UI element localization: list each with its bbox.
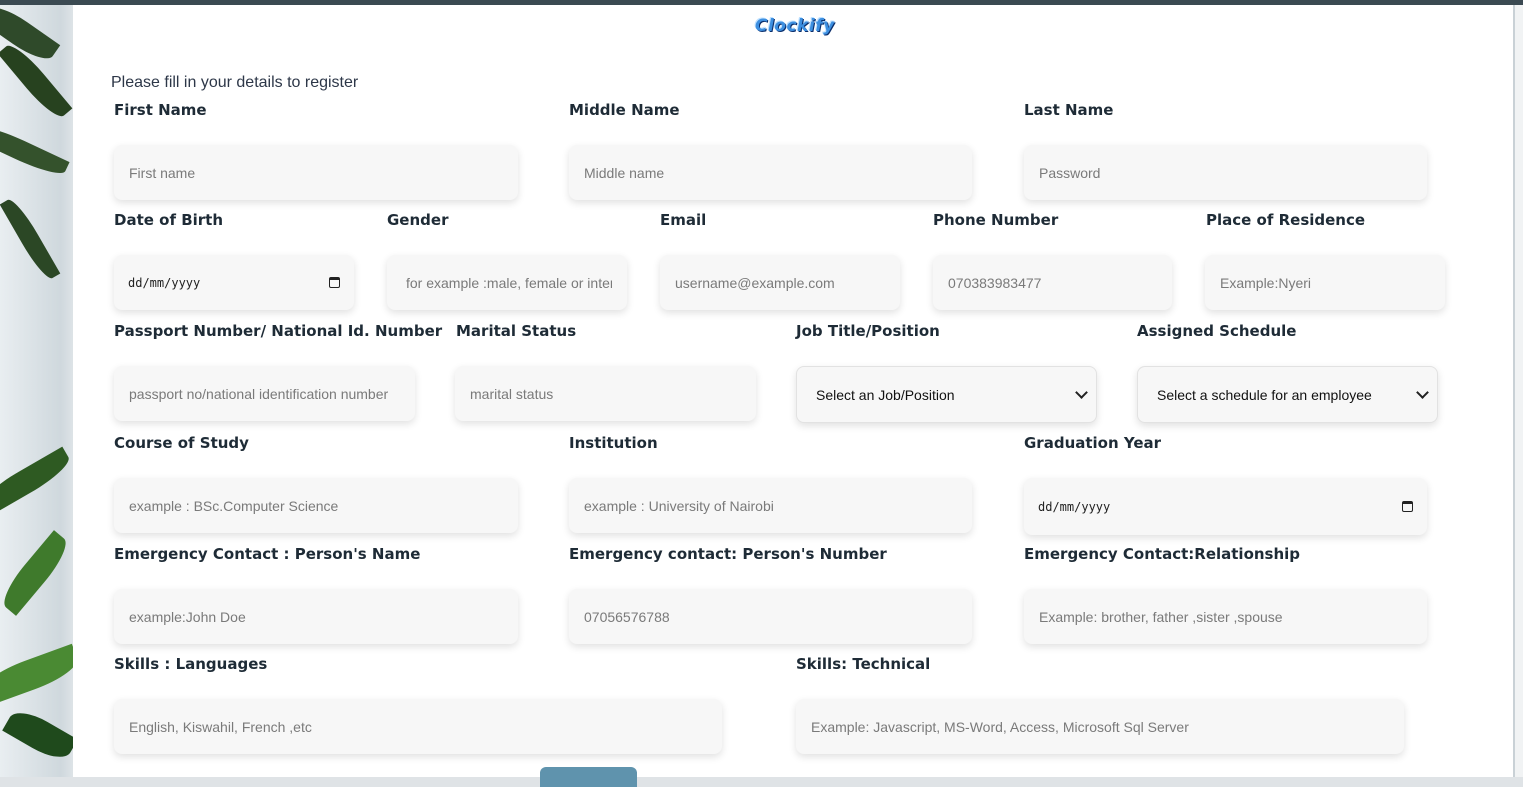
institution-input[interactable] xyxy=(569,478,972,533)
schedule-select[interactable]: Select a schedule for an employee xyxy=(1137,366,1438,423)
job-select[interactable]: Select an Job/Position xyxy=(796,366,1097,423)
grad-year-value: dd/mm/yyyy xyxy=(1038,499,1111,514)
email-label: Email xyxy=(660,211,707,229)
marital-label: Marital Status xyxy=(456,322,577,340)
phone-label: Phone Number xyxy=(933,211,1059,229)
registration-card: Clockify Please fill in your details to … xyxy=(73,5,1513,787)
ec-number-label: Emergency contact: Person's Number xyxy=(569,545,887,563)
schedule-label: Assigned Schedule xyxy=(1137,322,1297,340)
last-name-label: Last Name xyxy=(1024,101,1114,119)
residence-label: Place of Residence xyxy=(1206,211,1366,229)
skills-technical-input[interactable] xyxy=(796,699,1404,754)
job-selected: Select an Job/Position xyxy=(816,386,955,403)
dob-value: dd/mm/yyyy xyxy=(128,275,201,290)
dob-label: Date of Birth xyxy=(114,211,224,229)
gender-label: Gender xyxy=(387,211,449,229)
skills-languages-label: Skills : Languages xyxy=(114,655,268,673)
middle-name-input[interactable] xyxy=(569,145,972,200)
passport-input[interactable] xyxy=(114,366,415,421)
institution-label: Institution xyxy=(569,434,658,452)
course-input[interactable] xyxy=(114,478,518,533)
ec-name-input[interactable] xyxy=(114,589,518,644)
phone-input[interactable] xyxy=(933,255,1172,310)
passport-label: Passport Number/ National Id. Number xyxy=(114,322,443,340)
ec-relationship-input[interactable] xyxy=(1024,589,1427,644)
job-label: Job Title/Position xyxy=(796,322,940,340)
grad-year-label: Graduation Year xyxy=(1024,434,1162,452)
skills-languages-input[interactable] xyxy=(114,699,722,754)
course-label: Course of Study xyxy=(114,434,249,452)
residence-input[interactable] xyxy=(1205,255,1445,310)
email-input[interactable] xyxy=(660,255,900,310)
submit-button[interactable] xyxy=(540,767,637,787)
calendar-icon[interactable] xyxy=(329,277,340,288)
ec-name-label: Emergency Contact : Person's Name xyxy=(114,545,421,563)
grad-year-date-input[interactable]: dd/mm/yyyy xyxy=(1024,478,1427,535)
middle-name-label: Middle Name xyxy=(569,101,680,119)
first-name-input[interactable] xyxy=(114,145,518,200)
marital-input[interactable] xyxy=(455,366,756,421)
last-name-input[interactable] xyxy=(1024,145,1427,200)
skills-technical-label: Skills: Technical xyxy=(796,655,931,673)
ec-relationship-label: Emergency Contact:Relationship xyxy=(1024,545,1301,563)
chevron-down-icon xyxy=(1075,386,1088,399)
gender-input[interactable] xyxy=(387,255,627,310)
ec-number-input[interactable] xyxy=(569,589,972,644)
dob-date-input[interactable]: dd/mm/yyyy xyxy=(114,255,354,310)
schedule-selected: Select a schedule for an employee xyxy=(1157,386,1372,403)
first-name-label: First Name xyxy=(114,101,207,119)
chevron-down-icon xyxy=(1416,386,1429,399)
clockify-logo: Clockify xyxy=(755,16,835,36)
calendar-icon[interactable] xyxy=(1402,501,1413,512)
form-intro: Please fill in your details to register xyxy=(111,74,359,91)
